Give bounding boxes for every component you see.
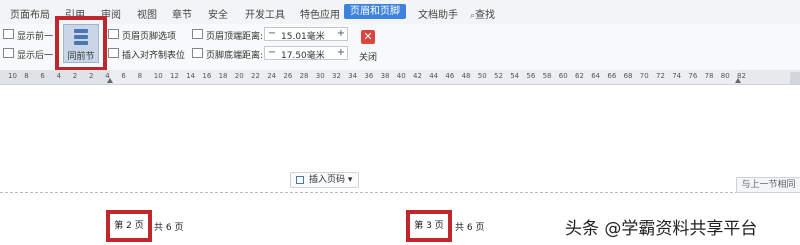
- ruler-tick-label: 20: [234, 72, 244, 80]
- footer-bottom-value[interactable]: 17.50毫米: [281, 48, 325, 61]
- ruler-tick-label: 62: [575, 72, 584, 80]
- menu-doc-helper[interactable]: 文档助手: [418, 6, 458, 21]
- ruler-tick-label: 48: [461, 72, 471, 80]
- menu-view[interactable]: 视图: [137, 6, 157, 21]
- page-number-icon: [296, 176, 304, 184]
- ruler-tick-label: 10: [8, 72, 17, 80]
- ruler-tick-label: 80: [720, 72, 730, 80]
- ruler-tick-label: 38: [380, 72, 390, 80]
- ruler-tick-label: 66: [607, 72, 617, 80]
- right-indent-marker[interactable]: [735, 78, 741, 83]
- ruler-tick-label: 40: [396, 72, 406, 80]
- footer-boundary-line: [0, 192, 738, 193]
- insert-align-tab-button[interactable]: 插入对齐制表位: [122, 48, 185, 61]
- header-top-value[interactable]: 15.01毫米: [281, 29, 325, 42]
- ruler-tick-label: 8: [137, 72, 143, 80]
- ruler-tick-label: 78: [704, 72, 714, 80]
- ruler-tick-label: 56: [526, 72, 536, 80]
- header-distance-icon: [192, 29, 203, 39]
- show-previous-button[interactable]: 显示前一: [17, 29, 53, 42]
- search-button[interactable]: ⌕查找: [470, 6, 495, 21]
- ruler-tick-label: 36: [364, 72, 374, 80]
- menu-bar: 页面布局 引用 审阅 视图 章节 安全 开发工具 特色应用 页眉和页脚 文档助手…: [0, 0, 800, 24]
- ruler-tick-label: 12: [170, 72, 179, 80]
- ruler-tick-label: 42: [413, 72, 422, 80]
- ruler-tick-label: 6: [40, 72, 45, 80]
- ruler-tick-label: 60: [558, 72, 568, 80]
- header-top-stepper[interactable]: − 15.01毫米 +: [264, 27, 348, 42]
- header-top-decrease[interactable]: −: [266, 28, 278, 40]
- close-icon[interactable]: ✕: [361, 30, 375, 44]
- ruler-tick-label: 28: [299, 72, 309, 80]
- ruler-tick-label: 14: [186, 72, 196, 80]
- header-top-label: 页眉顶端距离:: [206, 32, 264, 42]
- page-total-text: 共 6 页: [154, 223, 184, 233]
- header-footer-options-icon: [108, 29, 119, 39]
- ruler-tick-label: 32: [332, 72, 341, 80]
- ruler-toggle[interactable]: [790, 72, 800, 84]
- ruler-tick-label: 16: [202, 72, 212, 80]
- link-sections-icon: [74, 29, 88, 45]
- ruler-tick-label: 2: [72, 72, 78, 80]
- page-total-text: 共 6 页: [455, 223, 485, 233]
- ruler-tick-label: 24: [267, 72, 277, 80]
- ruler-tick-label: 64: [591, 72, 601, 80]
- tab-header-footer[interactable]: 页眉和页脚: [344, 4, 406, 19]
- menu-security[interactable]: 安全: [208, 6, 228, 21]
- page-number-field[interactable]: 第 3 页: [406, 210, 452, 242]
- ruler-tick-label: 2: [89, 72, 94, 80]
- menu-page-layout[interactable]: 页面布局: [10, 6, 50, 21]
- ruler-tick-label: 8: [24, 72, 29, 80]
- insert-page-number-label: 插入页码: [309, 175, 346, 185]
- ruler-tick-label: 44: [429, 72, 439, 80]
- ruler-tick-label: 4: [56, 72, 62, 80]
- ruler-tick-label: 76: [688, 72, 698, 80]
- ruler-tick-label: 34: [348, 72, 358, 80]
- same-as-previous-tab: 与上一节相同: [736, 177, 800, 193]
- chevron-down-icon: ▾: [347, 175, 353, 185]
- show-next-icon: [3, 48, 14, 58]
- footer-bottom-label: 页脚底端距离:: [206, 51, 264, 61]
- ruler-tick-label: 10: [153, 72, 163, 80]
- menu-special-apps[interactable]: 特色应用: [300, 6, 340, 21]
- align-tab-icon: [108, 48, 119, 58]
- footer-bottom-decrease[interactable]: −: [266, 47, 278, 59]
- search-label: 查找: [475, 10, 496, 21]
- left-indent-marker[interactable]: [107, 78, 113, 83]
- footer-bottom-stepper[interactable]: − 17.50毫米 +: [264, 46, 348, 61]
- ruler-tick-label: 6: [121, 72, 126, 80]
- same-as-previous-label: 同前节: [67, 52, 95, 62]
- page-number-field[interactable]: 第 2 页: [106, 210, 152, 242]
- ruler-tick-label: 54: [510, 72, 520, 80]
- ruler-tick-label: 46: [445, 72, 455, 80]
- ruler-tick-label: 26: [283, 72, 293, 80]
- ruler-tick-label: 18: [218, 72, 228, 80]
- show-next-button[interactable]: 显示后一: [17, 48, 53, 61]
- footer-bottom-increase[interactable]: +: [335, 47, 347, 59]
- ruler-tick-label: 22: [251, 72, 260, 80]
- same-as-previous-highlight: 同前节: [55, 16, 107, 71]
- ruler-tick-label: 68: [623, 72, 633, 80]
- ruler-tick-label: 58: [542, 72, 552, 80]
- ribbon-toolbar: 显示前一 显示后一 页眉页脚选项 插入对齐制表位 页眉顶端距离: − 15.01…: [0, 24, 800, 71]
- menu-developer[interactable]: 开发工具: [245, 6, 285, 21]
- close-button-label[interactable]: 关闭: [359, 50, 377, 63]
- same-as-previous-button[interactable]: 同前节: [63, 24, 99, 63]
- ruler-tick-label: 50: [477, 72, 487, 80]
- show-previous-icon: [3, 29, 14, 39]
- ruler-tick-label: 52: [494, 72, 503, 80]
- watermark-text: 头条 @学霸资料共享平台: [565, 219, 758, 239]
- ruler-tick-label: 30: [315, 72, 325, 80]
- menu-sections[interactable]: 章节: [172, 6, 192, 21]
- header-top-increase[interactable]: +: [335, 28, 347, 40]
- ruler-tick-label: 70: [639, 72, 649, 80]
- horizontal-ruler[interactable]: 10 8 6 4 2 2 4 6 8 10 12 14 16 18 20 22 24 26 28 30 32 34 36 38…: [0, 70, 800, 85]
- footer-distance-icon: [192, 48, 203, 58]
- header-footer-options-button[interactable]: 页眉页脚选项: [122, 29, 176, 42]
- ruler-tick-label: 74: [672, 72, 682, 80]
- ruler-tick-label: 72: [656, 72, 665, 80]
- insert-page-number-button[interactable]: 插入页码 ▾: [290, 172, 360, 188]
